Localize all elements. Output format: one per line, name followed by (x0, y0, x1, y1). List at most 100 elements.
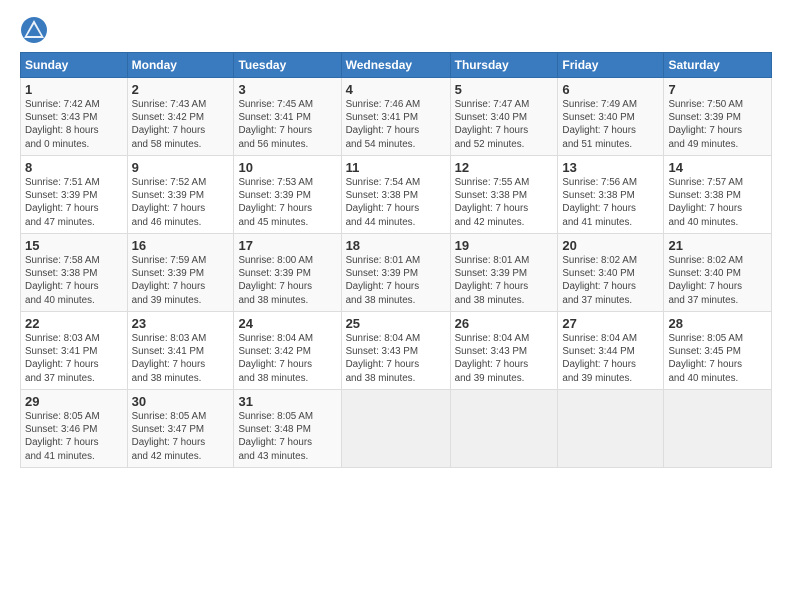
day-detail: Sunrise: 7:49 AMSunset: 3:40 PMDaylight:… (562, 99, 637, 150)
day-detail: Sunrise: 8:01 AMSunset: 3:39 PMDaylight:… (455, 255, 530, 306)
day-cell (664, 390, 772, 468)
day-cell: 22 Sunrise: 8:03 AMSunset: 3:41 PMDayligh… (21, 312, 128, 390)
day-number: 27 (562, 316, 659, 331)
day-number: 21 (668, 238, 767, 253)
day-cell: 25 Sunrise: 8:04 AMSunset: 3:43 PMDayligh… (341, 312, 450, 390)
week-row-0: 1Sunrise: 7:42 AMSunset: 3:43 PMDaylight… (21, 78, 772, 156)
day-detail: Sunrise: 8:05 AMSunset: 3:48 PMDaylight:… (238, 411, 313, 462)
day-number: 14 (668, 160, 767, 175)
day-number: 30 (132, 394, 230, 409)
day-cell: 15 Sunrise: 7:58 AMSunset: 3:38 PMDayligh… (21, 234, 128, 312)
logo (20, 16, 50, 44)
day-cell: 6 Sunrise: 7:49 AMSunset: 3:40 PMDaylight… (558, 78, 664, 156)
day-detail: Sunrise: 7:59 AMSunset: 3:39 PMDaylight:… (132, 255, 207, 306)
day-cell: 2 Sunrise: 7:43 AMSunset: 3:42 PMDaylight… (127, 78, 234, 156)
day-cell: 3 Sunrise: 7:45 AMSunset: 3:41 PMDaylight… (234, 78, 341, 156)
header-cell-saturday: Saturday (664, 53, 772, 78)
day-number: 2 (132, 82, 230, 97)
day-number: 22 (25, 316, 123, 331)
day-cell: 11 Sunrise: 7:54 AMSunset: 3:38 PMDayligh… (341, 156, 450, 234)
day-detail: Sunrise: 8:04 AMSunset: 3:43 PMDaylight:… (346, 333, 421, 384)
day-number: 26 (455, 316, 554, 331)
header-cell-thursday: Thursday (450, 53, 558, 78)
day-cell: 19 Sunrise: 8:01 AMSunset: 3:39 PMDayligh… (450, 234, 558, 312)
day-detail: Sunrise: 8:04 AMSunset: 3:42 PMDaylight:… (238, 333, 313, 384)
day-detail: Sunrise: 7:43 AMSunset: 3:42 PMDaylight:… (132, 99, 207, 150)
header-cell-tuesday: Tuesday (234, 53, 341, 78)
day-cell (450, 390, 558, 468)
day-detail: Sunrise: 7:55 AMSunset: 3:38 PMDaylight:… (455, 177, 530, 228)
header (20, 16, 772, 44)
day-cell: 10 Sunrise: 7:53 AMSunset: 3:39 PMDayligh… (234, 156, 341, 234)
day-cell: 29 Sunrise: 8:05 AMSunset: 3:46 PMDayligh… (21, 390, 128, 468)
logo-icon (20, 16, 48, 44)
day-detail: Sunrise: 7:52 AMSunset: 3:39 PMDaylight:… (132, 177, 207, 228)
day-detail: Sunrise: 7:42 AMSunset: 3:43 PMDaylight:… (25, 99, 100, 150)
day-number: 4 (346, 82, 446, 97)
week-row-3: 22 Sunrise: 8:03 AMSunset: 3:41 PMDayligh… (21, 312, 772, 390)
day-cell: 24 Sunrise: 8:04 AMSunset: 3:42 PMDayligh… (234, 312, 341, 390)
day-number: 25 (346, 316, 446, 331)
day-detail: Sunrise: 8:00 AMSunset: 3:39 PMDaylight:… (238, 255, 313, 306)
day-detail: Sunrise: 8:02 AMSunset: 3:40 PMDaylight:… (562, 255, 637, 306)
day-detail: Sunrise: 8:05 AMSunset: 3:47 PMDaylight:… (132, 411, 207, 462)
day-cell: 31 Sunrise: 8:05 AMSunset: 3:48 PMDayligh… (234, 390, 341, 468)
day-detail: Sunrise: 7:46 AMSunset: 3:41 PMDaylight:… (346, 99, 421, 150)
day-detail: Sunrise: 7:53 AMSunset: 3:39 PMDaylight:… (238, 177, 313, 228)
calendar-table: SundayMondayTuesdayWednesdayThursdayFrid… (20, 52, 772, 468)
day-detail: Sunrise: 7:47 AMSunset: 3:40 PMDaylight:… (455, 99, 530, 150)
day-detail: Sunrise: 7:51 AMSunset: 3:39 PMDaylight:… (25, 177, 100, 228)
day-detail: Sunrise: 7:45 AMSunset: 3:41 PMDaylight:… (238, 99, 313, 150)
day-number: 11 (346, 160, 446, 175)
day-detail: Sunrise: 7:50 AMSunset: 3:39 PMDaylight:… (668, 99, 743, 150)
day-detail: Sunrise: 8:03 AMSunset: 3:41 PMDaylight:… (25, 333, 100, 384)
day-cell: 26 Sunrise: 8:04 AMSunset: 3:43 PMDayligh… (450, 312, 558, 390)
day-cell: 28 Sunrise: 8:05 AMSunset: 3:45 PMDayligh… (664, 312, 772, 390)
day-detail: Sunrise: 8:02 AMSunset: 3:40 PMDaylight:… (668, 255, 743, 306)
day-number: 23 (132, 316, 230, 331)
day-cell: 1Sunrise: 7:42 AMSunset: 3:43 PMDaylight… (21, 78, 128, 156)
day-detail: Sunrise: 8:01 AMSunset: 3:39 PMDaylight:… (346, 255, 421, 306)
day-detail: Sunrise: 7:58 AMSunset: 3:38 PMDaylight:… (25, 255, 100, 306)
day-cell: 14Sunrise: 7:57 AMSunset: 3:38 PMDayligh… (664, 156, 772, 234)
day-number: 28 (668, 316, 767, 331)
day-detail: Sunrise: 8:05 AMSunset: 3:46 PMDaylight:… (25, 411, 100, 462)
day-cell: 7 Sunrise: 7:50 AMSunset: 3:39 PMDaylight… (664, 78, 772, 156)
week-row-4: 29 Sunrise: 8:05 AMSunset: 3:46 PMDayligh… (21, 390, 772, 468)
day-number: 20 (562, 238, 659, 253)
day-cell: 12Sunrise: 7:55 AMSunset: 3:38 PMDayligh… (450, 156, 558, 234)
week-row-2: 15 Sunrise: 7:58 AMSunset: 3:38 PMDayligh… (21, 234, 772, 312)
day-number: 24 (238, 316, 336, 331)
day-number: 15 (25, 238, 123, 253)
day-cell (341, 390, 450, 468)
day-number: 8 (25, 160, 123, 175)
day-cell (558, 390, 664, 468)
day-cell: 4 Sunrise: 7:46 AMSunset: 3:41 PMDaylight… (341, 78, 450, 156)
day-detail: Sunrise: 8:05 AMSunset: 3:45 PMDaylight:… (668, 333, 743, 384)
day-cell: 23 Sunrise: 8:03 AMSunset: 3:41 PMDayligh… (127, 312, 234, 390)
day-number: 31 (238, 394, 336, 409)
day-number: 7 (668, 82, 767, 97)
day-cell: 20 Sunrise: 8:02 AMSunset: 3:40 PMDayligh… (558, 234, 664, 312)
day-number: 9 (132, 160, 230, 175)
day-number: 19 (455, 238, 554, 253)
day-cell: 27 Sunrise: 8:04 AMSunset: 3:44 PMDayligh… (558, 312, 664, 390)
day-detail: Sunrise: 8:03 AMSunset: 3:41 PMDaylight:… (132, 333, 207, 384)
day-number: 3 (238, 82, 336, 97)
header-cell-wednesday: Wednesday (341, 53, 450, 78)
day-number: 29 (25, 394, 123, 409)
day-cell: 17Sunrise: 8:00 AMSunset: 3:39 PMDayligh… (234, 234, 341, 312)
day-detail: Sunrise: 7:54 AMSunset: 3:38 PMDaylight:… (346, 177, 421, 228)
day-detail: Sunrise: 8:04 AMSunset: 3:44 PMDaylight:… (562, 333, 637, 384)
day-cell: 21 Sunrise: 8:02 AMSunset: 3:40 PMDayligh… (664, 234, 772, 312)
header-cell-monday: Monday (127, 53, 234, 78)
header-cell-friday: Friday (558, 53, 664, 78)
day-number: 13 (562, 160, 659, 175)
header-cell-sunday: Sunday (21, 53, 128, 78)
day-number: 18 (346, 238, 446, 253)
page: SundayMondayTuesdayWednesdayThursdayFrid… (0, 0, 792, 612)
week-row-1: 8 Sunrise: 7:51 AMSunset: 3:39 PMDaylight… (21, 156, 772, 234)
day-number: 6 (562, 82, 659, 97)
day-number: 10 (238, 160, 336, 175)
day-detail: Sunrise: 8:04 AMSunset: 3:43 PMDaylight:… (455, 333, 530, 384)
